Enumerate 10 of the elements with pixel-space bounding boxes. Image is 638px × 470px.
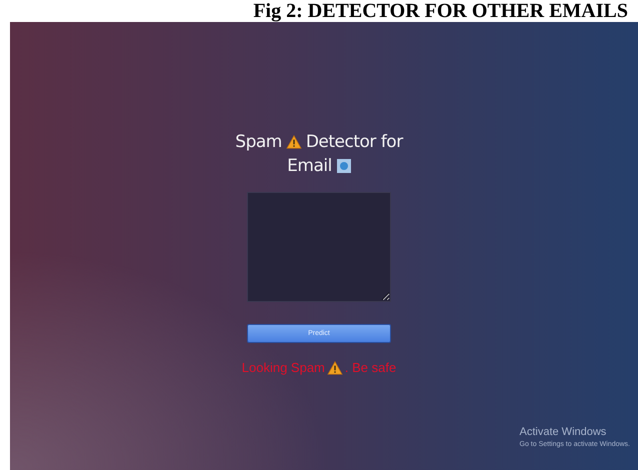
result-text: . Be safe: [344, 360, 396, 375]
activation-title: Activate Windows: [520, 426, 608, 438]
warning-icon: [326, 360, 343, 374]
figure-caption: Fig 2: DETECTOR FOR OTHER EMAILS: [252, 0, 629, 22]
warning-icon: [286, 135, 302, 149]
result-text: Looking Spam: [242, 360, 325, 375]
title-text: Email: [287, 155, 332, 178]
title-text: Spam: [235, 131, 282, 154]
title-text: Detector for: [306, 131, 403, 154]
message-field[interactable]: [247, 192, 391, 302]
